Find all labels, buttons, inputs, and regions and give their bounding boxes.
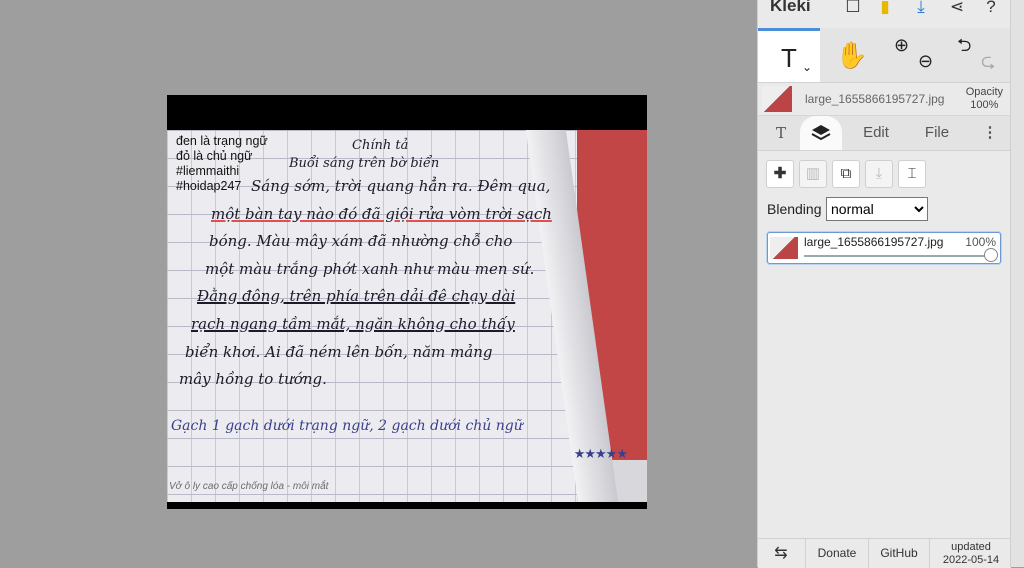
slider-knob[interactable] xyxy=(984,248,998,262)
blending-label: Blending xyxy=(767,201,822,217)
tab-file[interactable]: File xyxy=(918,116,956,150)
help-icon[interactable]: ? xyxy=(980,0,1002,18)
redo-icon[interactable]: ⮎ xyxy=(981,34,995,88)
note-line: đen là trạng ngữ xyxy=(176,134,268,148)
notebook-footer-text: Vở ô ly cao cấp chống lóa - môi mắt xyxy=(169,481,329,492)
bottom-bar: ⇆ Donate GitHub updated 2022-05-14 xyxy=(758,538,1011,568)
layer-card[interactable]: large_1655866195727.jpg 100% xyxy=(767,232,1001,264)
handwritten-line: một bàn tay nào đó đã giội rửa vòm trời … xyxy=(211,205,552,223)
import-icon[interactable]: ▮ xyxy=(874,0,896,18)
top-bar: Kleki ☐ ▮ ⤓ ⋖ ? xyxy=(758,0,1011,29)
note-line: #hoidap247 xyxy=(176,179,242,193)
blending-select[interactable]: normal xyxy=(826,197,928,221)
tab-row: T Edit File ⋮ xyxy=(758,116,1011,151)
layer-card-opacity: 100% xyxy=(965,235,996,249)
stars: ★★★★★ xyxy=(573,446,628,461)
kleki-logo[interactable]: Kleki xyxy=(770,0,811,16)
handwritten-line: Sáng sớm, trời quang hẳn ra. Đêm qua, xyxy=(251,177,551,195)
handwritten-subtitle: Buổi sáng trên bờ biển xyxy=(289,156,440,171)
delete-layer-button[interactable]: ▥ xyxy=(799,160,827,188)
swap-sides-icon[interactable]: ⇆ xyxy=(758,539,804,568)
photo: Chính tả Buổi sáng trên bờ biển đen là t… xyxy=(167,130,647,502)
new-image-icon[interactable]: ☐ xyxy=(842,0,864,18)
text-tool-button[interactable]: T ⌄ xyxy=(758,28,820,82)
add-layer-button[interactable]: ✚ xyxy=(766,160,794,188)
merge-down-button[interactable]: ⤓ xyxy=(865,160,893,188)
layer-card-name: large_1655866195727.jpg xyxy=(804,235,944,249)
note-line: đỏ là chủ ngữ xyxy=(176,149,253,163)
current-layer-row[interactable]: large_1655866195727.jpg Opacity 100% xyxy=(758,83,1011,116)
tab-edit[interactable]: Edit xyxy=(856,116,896,150)
undo-icon[interactable]: ⮌ xyxy=(957,18,971,72)
blue-handwritten-note: Gạch 1 gạch dưới trạng ngữ, 2 gạch dưới … xyxy=(171,418,523,434)
canvas-area[interactable]: Chính tả Buổi sáng trên bờ biển đen là t… xyxy=(0,0,757,567)
current-layer-name: large_1655866195727.jpg xyxy=(805,92,945,106)
updated-label: updated xyxy=(951,541,991,553)
document-image[interactable]: Chính tả Buổi sáng trên bờ biển đen là t… xyxy=(167,95,647,509)
layer-thumbnail xyxy=(762,86,792,112)
text-tool-icon: T xyxy=(781,43,797,73)
download-icon[interactable]: ⤓ xyxy=(910,0,932,18)
tab-layers[interactable] xyxy=(800,116,842,150)
handwritten-line: mây hồng to tướng. xyxy=(179,370,327,388)
github-link[interactable]: GitHub xyxy=(868,539,929,568)
handwritten-line: Đằng đông, trên phía trên dải đê chạy dà… xyxy=(197,287,516,305)
hand-tool-button[interactable]: ✋ xyxy=(821,28,883,82)
handwritten-title: Chính tả xyxy=(352,138,409,153)
zoom-buttons: ⊕ ⊖ xyxy=(884,28,946,82)
opacity-readout[interactable]: Opacity 100% xyxy=(966,86,1003,112)
more-menu-icon[interactable]: ⋮ xyxy=(980,116,1000,150)
zoom-out-icon[interactable]: ⊖ xyxy=(918,34,933,88)
side-panel: Kleki ☐ ▮ ⤓ ⋖ ? T ⌄ ✋ ⊕ ⊖ ⮌ ⮎ large_16558… xyxy=(757,0,1011,568)
handwritten-line: biển khơi. Ai đã ném lên bốn, năm mảng xyxy=(185,343,493,361)
updated-info[interactable]: updated 2022-05-14 xyxy=(929,539,1012,568)
donate-link[interactable]: Donate xyxy=(805,539,868,568)
handwritten-line: rạch ngang tầm mắt, ngăn không cho thấy xyxy=(191,315,515,333)
tab-text-options[interactable]: T xyxy=(766,116,796,150)
layer-card-thumbnail xyxy=(770,237,798,259)
hand-icon: ✋ xyxy=(835,40,869,70)
opacity-value: 100% xyxy=(970,99,999,111)
share-icon[interactable]: ⋖ xyxy=(946,0,968,18)
layer-opacity-slider[interactable] xyxy=(804,255,994,257)
updated-date: 2022-05-14 xyxy=(942,554,1000,566)
window-edge xyxy=(1010,0,1024,567)
tool-row: T ⌄ ✋ ⊕ ⊖ ⮌ ⮎ xyxy=(758,28,1011,83)
rename-layer-button[interactable]: ⌶ xyxy=(898,160,926,188)
layers-icon xyxy=(811,125,831,141)
zoom-in-icon[interactable]: ⊕ xyxy=(894,18,909,72)
handwritten-line: một màu trắng phớt xanh như màu men sứ. xyxy=(205,260,535,278)
opacity-label: Opacity xyxy=(965,86,1003,98)
note-line: #liemmaithi xyxy=(176,164,240,178)
handwritten-line: bóng. Màu mây xám đã nhường chỗ cho xyxy=(209,232,513,250)
undo-redo-buttons: ⮌ ⮎ xyxy=(947,28,1009,82)
duplicate-layer-button[interactable]: ⧉ xyxy=(832,160,860,188)
